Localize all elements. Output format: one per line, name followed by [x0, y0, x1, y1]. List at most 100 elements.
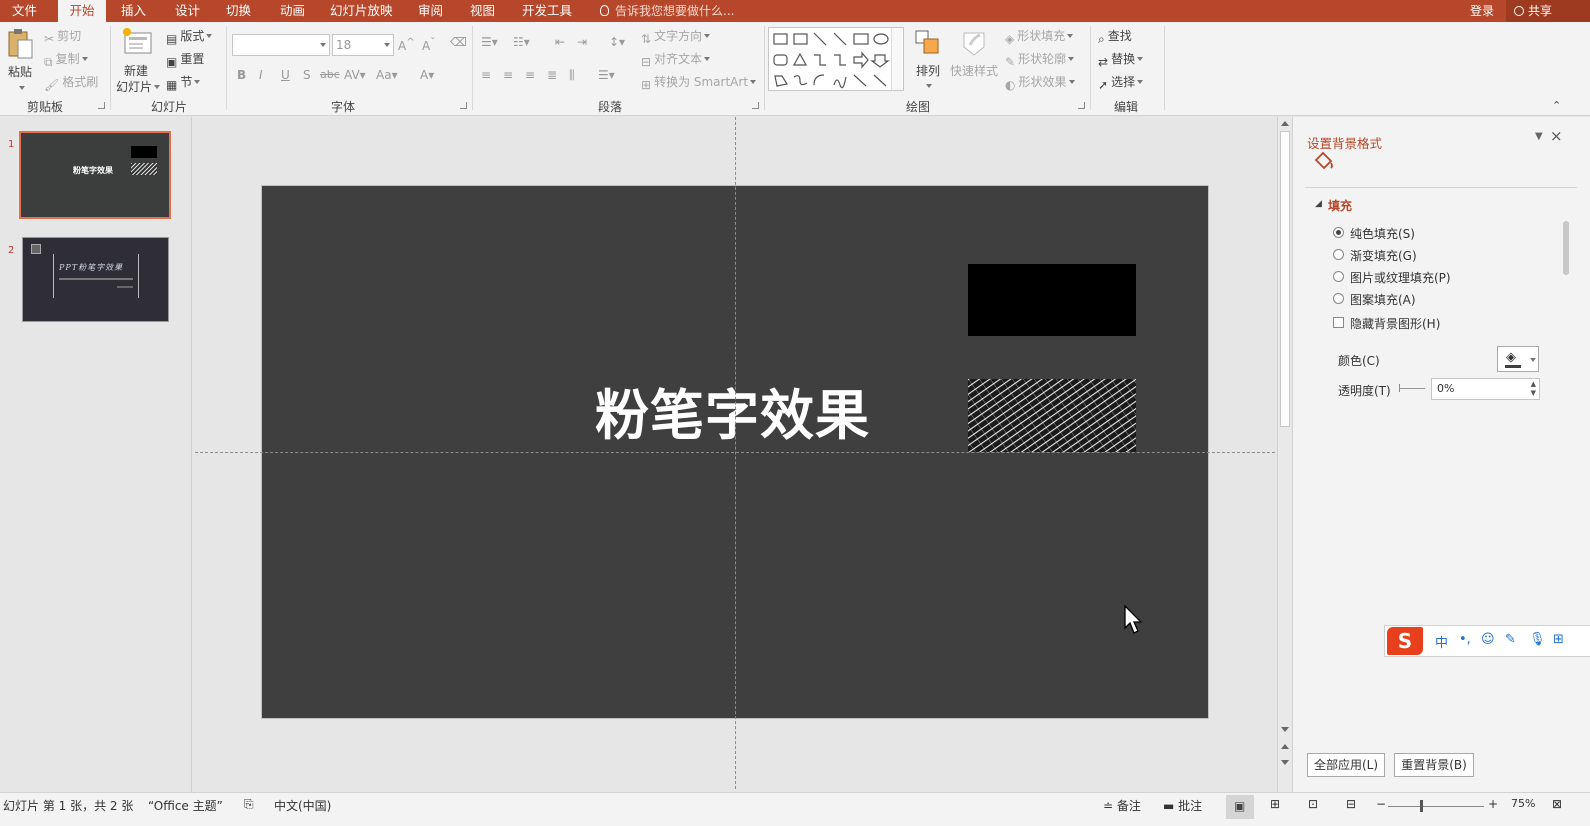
fill-category-icon[interactable] [1313, 151, 1335, 174]
shadow-icon[interactable]: S [303, 68, 311, 82]
layout-button[interactable]: ▤ 版式 [166, 28, 213, 47]
notes-button[interactable]: ≐ 备注 [1103, 797, 1141, 814]
slide-thumbnail-1[interactable]: 粉笔字效果 [19, 131, 171, 219]
new-slide-button[interactable]: 新建 [124, 63, 148, 79]
solid-fill-radio[interactable] [1333, 227, 1344, 238]
arrange-icon[interactable] [914, 29, 942, 61]
select-button[interactable]: ➚ 选择 [1098, 74, 1144, 93]
collapse-section-icon[interactable]: ◢ [1315, 199, 1322, 209]
chalk-texture-rectangle[interactable] [968, 379, 1136, 452]
zoom-level[interactable]: 75% [1511, 797, 1535, 810]
tab-animations[interactable]: 动画 [280, 0, 305, 22]
transparency-slider[interactable] [1399, 388, 1425, 389]
replace-button[interactable]: ⇄ 替换 [1098, 51, 1144, 70]
section-button[interactable]: ▦ 节 [166, 74, 201, 93]
shape-outline-button[interactable]: ✎ 形状轮廓 [1005, 51, 1075, 70]
tab-developer[interactable]: 开发工具 [522, 0, 572, 22]
reading-view-icon[interactable]: ⊡ [1308, 797, 1318, 811]
numbering-icon[interactable]: ☷▾ [513, 35, 530, 49]
font-color-icon[interactable]: A▾ [420, 68, 434, 82]
handwriting-icon[interactable]: ✎ [1505, 632, 1516, 647]
arrange-dropdown-icon[interactable] [926, 84, 932, 88]
slide-sorter-icon[interactable]: ⊞ [1270, 797, 1280, 811]
normal-view-button[interactable]: ▣ [1226, 795, 1254, 819]
shapes-gallery[interactable] [768, 27, 904, 91]
tab-transitions[interactable]: 切换 [226, 0, 251, 22]
gradient-fill-radio[interactable] [1333, 249, 1344, 260]
pane-options-icon[interactable]: ▼ [1535, 131, 1543, 142]
pane-scrollbar-thumb[interactable] [1563, 221, 1569, 275]
gallery-scroll[interactable] [891, 28, 903, 90]
punctuation-icon[interactable]: •, [1459, 632, 1471, 647]
font-size-combo[interactable]: 18 [332, 34, 394, 56]
tab-file[interactable]: 文件 [12, 0, 37, 22]
tab-review[interactable]: 审阅 [418, 0, 443, 22]
copy-button[interactable]: ⧉ 复制 [44, 51, 88, 70]
ime-toolbar[interactable]: S 中 •, ☺ ✎ 🎙 ⊞ [1384, 625, 1590, 657]
hide-background-checkbox[interactable] [1333, 317, 1344, 328]
pattern-fill-label[interactable]: 图案填充(A) [1350, 291, 1416, 308]
align-center-icon[interactable]: ≡ [503, 68, 513, 82]
quick-styles-button[interactable]: 快速样式 [950, 63, 998, 79]
tab-insert[interactable]: 插入 [121, 0, 146, 22]
text-direction-button[interactable]: ⇅ 文字方向 [641, 28, 711, 47]
close-icon[interactable]: × [1550, 127, 1563, 145]
vertical-guide[interactable] [735, 117, 736, 789]
spinner-icon[interactable]: ▲ ▼ [1531, 380, 1536, 398]
align-right-icon[interactable]: ≡ [525, 68, 535, 82]
shape-effects-button[interactable]: ◐ 形状效果 [1005, 74, 1075, 93]
clipboard-launcher-icon[interactable] [98, 102, 105, 109]
zoom-slider-thumb[interactable] [1420, 800, 1423, 812]
fit-to-window-icon[interactable]: ⊠ [1552, 797, 1562, 811]
shape-fill-button[interactable]: ◈ 形状填充 [1005, 28, 1074, 47]
bullets-icon[interactable]: ☰▾ [481, 35, 498, 49]
solid-fill-label[interactable]: 纯色填充(S) [1350, 225, 1415, 242]
drawing-launcher-icon[interactable] [1078, 102, 1085, 109]
shrink-font-icon[interactable]: Aˇ [422, 37, 435, 53]
gradient-fill-label[interactable]: 渐变填充(G) [1350, 247, 1417, 264]
cut-button[interactable]: ✂ 剪切 [44, 28, 81, 47]
change-case-icon[interactable]: Aa▾ [376, 68, 398, 82]
font-name-combo[interactable] [232, 34, 330, 56]
justify-icon[interactable]: ≣ [547, 68, 557, 82]
find-button[interactable]: ⌕ 查找 [1098, 28, 1132, 47]
language-indicator[interactable]: 中文(中国) [274, 797, 331, 814]
grow-font-icon[interactable]: A^ [398, 37, 415, 53]
increase-indent-icon[interactable]: ⇥ [577, 35, 587, 49]
horizontal-guide[interactable] [195, 452, 1275, 453]
paste-icon[interactable] [6, 28, 36, 60]
emoji-icon[interactable]: ☺ [1481, 632, 1495, 647]
smartart-button[interactable]: ⊞ 转换为 SmartArt [641, 74, 757, 93]
scrollbar-thumb[interactable] [1280, 131, 1290, 427]
paste-dropdown-icon[interactable] [19, 86, 25, 90]
share-button[interactable]: 共享 [1506, 0, 1590, 22]
zoom-out-icon[interactable]: − [1376, 797, 1386, 811]
arrange-button[interactable]: 排列 [916, 63, 940, 79]
font-launcher-icon[interactable] [460, 102, 467, 109]
picture-fill-label[interactable]: 图片或纹理填充(P) [1350, 269, 1451, 286]
quick-styles-icon[interactable] [958, 29, 990, 61]
distributed-icon[interactable]: ☰▾ [598, 68, 615, 82]
underline-icon[interactable]: U [281, 68, 290, 82]
hide-background-label[interactable]: 隐藏背景图形(H) [1350, 315, 1440, 332]
spellcheck-icon[interactable]: ⎘ [244, 797, 254, 812]
line-spacing-icon[interactable]: ↕▾ [609, 35, 625, 49]
tab-home[interactable]: 开始 [58, 0, 106, 22]
vertical-scrollbar[interactable] [1277, 117, 1291, 792]
microphone-icon[interactable]: 🎙 [1529, 632, 1546, 647]
tab-view[interactable]: 视图 [470, 0, 495, 22]
login-button[interactable]: 登录 [1470, 0, 1494, 22]
toolbox-icon[interactable]: ⊞ [1553, 632, 1564, 647]
new-slide-dropdown[interactable]: 幻灯片 [116, 79, 161, 95]
char-spacing-icon[interactable]: AV▾ [344, 68, 366, 82]
transparency-input[interactable]: 0% ▲ ▼ [1431, 378, 1540, 400]
tab-design[interactable]: 设计 [175, 0, 200, 22]
fill-section-header[interactable]: 填充 [1328, 197, 1352, 214]
scroll-down-icon[interactable] [1281, 727, 1289, 732]
slide-title-text[interactable]: 粉笔字效果 [595, 380, 885, 452]
format-painter-button[interactable]: 🖌 格式刷 [44, 74, 98, 93]
next-slide-icon[interactable] [1281, 760, 1289, 765]
slideshow-view-icon[interactable]: ⊟ [1346, 797, 1356, 811]
scroll-up-icon[interactable] [1281, 121, 1289, 126]
reset-button[interactable]: ▣ 重置 [166, 51, 204, 70]
